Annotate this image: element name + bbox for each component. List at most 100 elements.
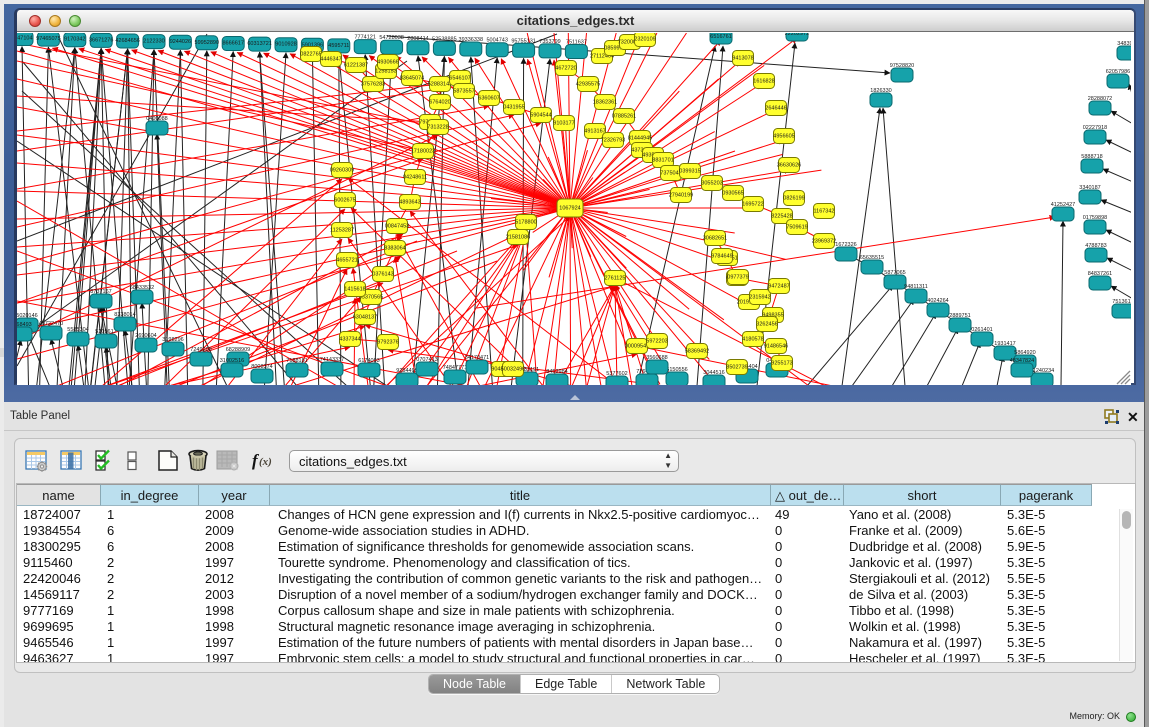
svg-text:4672720: 4672720 <box>555 66 576 72</box>
svg-text:1415618: 1415618 <box>344 287 365 293</box>
svg-text:3044516: 3044516 <box>703 370 724 376</box>
svg-text:8338014: 8338014 <box>114 312 135 318</box>
svg-text:4446347: 4446347 <box>320 57 341 63</box>
svg-text:2761125: 2761125 <box>604 276 625 282</box>
svg-text:30682651: 30682651 <box>703 236 727 242</box>
svg-text:0977379: 0977379 <box>727 275 748 281</box>
svg-text:42684656: 42684656 <box>115 38 139 44</box>
svg-text:04248611: 04248611 <box>403 175 427 181</box>
svg-text:3198296: 3198296 <box>162 337 183 343</box>
svg-text:11253287: 11253287 <box>330 228 354 234</box>
svg-text:7353799: 7353799 <box>539 39 560 45</box>
svg-text:31002516: 31002516 <box>220 358 244 364</box>
svg-text:9254499: 9254499 <box>396 368 417 374</box>
svg-text:1826330: 1826330 <box>870 88 891 94</box>
svg-text:00847453: 00847453 <box>385 224 409 230</box>
svg-text:2690604: 2690604 <box>135 333 156 339</box>
svg-text:68433532: 68433532 <box>130 285 154 291</box>
svg-text:5205617: 5205617 <box>95 329 116 335</box>
svg-text:48347824: 48347824 <box>1010 358 1034 364</box>
svg-text:8666617: 8666617 <box>222 41 243 47</box>
svg-text:2320109: 2320109 <box>634 37 655 43</box>
svg-text:18362361: 18362361 <box>593 100 617 106</box>
svg-text:5873557: 5873557 <box>453 89 474 95</box>
svg-text:21581086: 21581086 <box>506 235 530 241</box>
svg-text:0376143: 0376143 <box>372 272 393 278</box>
svg-text:5877065: 5877065 <box>884 270 905 276</box>
svg-text:1067924: 1067924 <box>559 206 580 212</box>
svg-text:34170471: 34170471 <box>465 355 489 361</box>
svg-text:72326793: 72326793 <box>601 138 625 144</box>
svg-text:07885261: 07885261 <box>612 114 636 120</box>
svg-text:3483954: 3483954 <box>1117 41 1131 47</box>
svg-text:52538885: 52538885 <box>432 36 456 42</box>
svg-text:1931417: 1931417 <box>994 341 1015 347</box>
svg-text:5972203: 5972203 <box>646 339 667 345</box>
svg-text:0826199: 0826199 <box>783 196 804 202</box>
svg-text:4180578: 4180578 <box>742 337 763 343</box>
svg-text:3055203: 3055203 <box>701 181 722 187</box>
svg-text:4655721: 4655721 <box>336 258 357 264</box>
svg-text:0822765: 0822765 <box>300 52 321 58</box>
svg-text:6174093: 6174093 <box>358 358 379 364</box>
svg-text:4930666: 4930666 <box>377 60 398 66</box>
svg-text:1695722: 1695722 <box>742 202 763 208</box>
svg-text:84837261: 84837261 <box>1088 271 1112 277</box>
svg-text:4913167: 4913167 <box>584 129 605 135</box>
svg-text:9413078: 9413078 <box>732 56 753 62</box>
svg-text:1672326: 1672326 <box>835 242 856 248</box>
svg-text:7249208: 7249208 <box>190 347 211 353</box>
svg-text:5888718: 5888718 <box>1081 154 1102 160</box>
svg-text:7188181: 7188181 <box>286 358 307 364</box>
svg-text:22202972: 22202972 <box>785 33 809 37</box>
svg-text:8383064: 8383064 <box>384 246 405 252</box>
svg-text:62057986: 62057986 <box>1106 69 1130 75</box>
svg-text:7509619: 7509619 <box>786 225 807 231</box>
svg-text:7513613: 7513613 <box>1112 299 1131 305</box>
svg-text:8452984: 8452984 <box>546 369 567 375</box>
svg-text:0930565: 0930565 <box>722 191 743 197</box>
svg-text:0399315: 0399315 <box>679 169 700 175</box>
svg-text:1147104: 1147104 <box>17 36 33 42</box>
svg-text:8502739: 8502739 <box>726 365 747 371</box>
svg-text:2808414: 2808414 <box>407 36 428 42</box>
svg-text:3262456: 3262456 <box>756 322 777 328</box>
svg-text:8225428: 8225428 <box>771 214 792 220</box>
svg-text:9103177: 9103177 <box>553 121 574 127</box>
svg-text:95755131: 95755131 <box>511 38 535 44</box>
svg-text:17180023: 17180023 <box>411 149 435 155</box>
svg-text:8737167: 8737167 <box>90 289 111 295</box>
svg-text:0400088: 0400088 <box>146 116 167 122</box>
svg-text:4956605: 4956605 <box>773 134 794 140</box>
svg-text:65635515: 65635515 <box>860 255 884 261</box>
svg-text:6764020: 6764020 <box>429 100 450 106</box>
svg-text:9792376: 9792376 <box>377 340 398 346</box>
svg-text:5585304: 5585304 <box>67 327 88 333</box>
svg-text:7774121: 7774121 <box>354 35 375 41</box>
svg-text:9472487: 9472487 <box>768 284 789 290</box>
svg-text:81444945: 81444945 <box>628 136 652 142</box>
svg-text:58369492: 58369492 <box>685 349 709 355</box>
svg-text:41252427: 41252427 <box>1051 202 1075 208</box>
svg-text:52883143: 52883143 <box>428 82 452 88</box>
svg-text:6516761: 6516761 <box>710 34 731 40</box>
svg-text:4337344: 4337344 <box>339 337 360 343</box>
svg-text:91486546: 91486546 <box>764 344 788 350</box>
svg-text:(x): (x) <box>259 456 272 468</box>
svg-text:7511637: 7511637 <box>566 40 587 46</box>
svg-text:6360607: 6360607 <box>478 96 499 102</box>
svg-text:0168493: 0168493 <box>17 322 32 328</box>
svg-text:5377602: 5377602 <box>606 371 627 377</box>
svg-text:4024264: 4024264 <box>927 298 948 304</box>
svg-text:60313721: 60313721 <box>247 41 271 47</box>
svg-text:9170342: 9170342 <box>64 37 85 43</box>
svg-text:40722470: 40722470 <box>39 321 63 327</box>
svg-text:2122330: 2122330 <box>143 39 164 45</box>
svg-text:4595711: 4595711 <box>328 43 349 49</box>
svg-text:61221387: 61221387 <box>344 63 368 69</box>
svg-text:1167342: 1167342 <box>813 209 834 215</box>
svg-text:2646446: 2646446 <box>765 106 786 112</box>
svg-text:4893643: 4893643 <box>399 200 420 206</box>
svg-text:5904544: 5904544 <box>530 113 551 119</box>
svg-text:74847771: 74847771 <box>443 365 467 371</box>
